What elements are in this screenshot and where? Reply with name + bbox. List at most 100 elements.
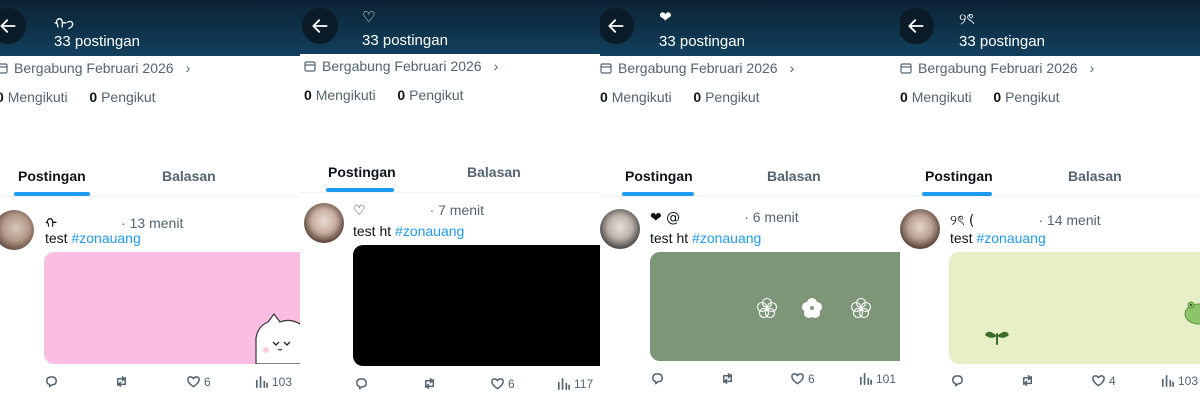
back-button[interactable]: [900, 8, 934, 44]
post-text: test #zonauang: [950, 230, 1046, 246]
followers-label[interactable]: Pengikut: [101, 89, 155, 105]
repost-button[interactable]: [720, 371, 735, 386]
followers-count[interactable]: 0: [397, 87, 405, 103]
followers-label[interactable]: Pengikut: [1005, 89, 1059, 105]
views-icon: [1161, 374, 1174, 387]
following-label[interactable]: Mengikuti: [316, 87, 376, 103]
following-count[interactable]: 0: [0, 89, 4, 105]
like-icon: [791, 373, 804, 385]
reply-button[interactable]: [650, 371, 665, 386]
back-button[interactable]: [600, 8, 634, 44]
repost-button[interactable]: [114, 374, 129, 389]
tabs-divider: [300, 192, 600, 193]
followers-label[interactable]: Pengikut: [705, 89, 759, 105]
back-button[interactable]: [302, 8, 338, 44]
post-author-name[interactable]: ୨ৎ (: [950, 213, 974, 229]
following-label[interactable]: Mengikuti: [612, 89, 672, 105]
avatar[interactable]: [600, 209, 640, 249]
chevron-right-icon[interactable]: ›: [790, 60, 795, 76]
tab-postingan[interactable]: Postingan: [18, 168, 86, 184]
calendar-icon: [600, 63, 612, 74]
following-label[interactable]: Mengikuti: [912, 89, 972, 105]
repost-icon: [425, 378, 434, 389]
like-count: 6: [204, 374, 211, 389]
tab-postingan[interactable]: Postingan: [328, 164, 396, 180]
tab-postingan[interactable]: Postingan: [925, 168, 993, 184]
avatar[interactable]: [900, 209, 940, 249]
post-actions: 6 101: [650, 371, 900, 389]
like-button[interactable]: 4: [1091, 373, 1116, 388]
post-media[interactable]: [650, 252, 900, 361]
like-button[interactable]: 6: [186, 374, 211, 389]
post-media[interactable]: [949, 252, 1200, 364]
tab-balasan[interactable]: Balasan: [467, 164, 521, 180]
view-count: 103: [272, 374, 293, 389]
post-author-name[interactable]: ♡: [353, 203, 366, 219]
joined-label: Bergabung Februari 2026: [618, 60, 778, 76]
profile-header: ᡣ𐭩 33 postingan: [0, 0, 300, 56]
reply-button[interactable]: [354, 376, 369, 391]
profile-panel-2: ♡ 33 postingan Bergabung Februari 2026 ›…: [300, 0, 600, 400]
following-label[interactable]: Mengikuti: [8, 89, 68, 105]
like-button[interactable]: 6: [790, 371, 815, 386]
post-time[interactable]: · 13 menit: [121, 215, 183, 231]
followers-count[interactable]: 0: [693, 89, 701, 105]
views-button[interactable]: 103: [254, 374, 292, 389]
like-count: 6: [508, 376, 515, 391]
like-count: 4: [1109, 373, 1116, 388]
joined-date: Bergabung Februari 2026 ›: [600, 60, 794, 76]
repost-icon: [723, 373, 732, 384]
avatar[interactable]: [304, 203, 344, 243]
post-time[interactable]: · 6 menit: [744, 209, 798, 225]
header-posts-count: 33 postingan: [959, 33, 1045, 50]
post-text: test ht #zonauang: [353, 223, 464, 239]
following-count[interactable]: 0: [600, 89, 608, 105]
chevron-right-icon[interactable]: ›: [186, 60, 191, 76]
following-count[interactable]: 0: [304, 87, 312, 103]
repost-button[interactable]: [422, 376, 437, 391]
post-body: test: [950, 230, 977, 246]
profile-header: ❤ 33 postingan: [600, 0, 900, 56]
avatar[interactable]: [0, 210, 34, 250]
back-button[interactable]: [0, 8, 26, 44]
followers-label[interactable]: Pengikut: [409, 87, 463, 103]
post-hashtag[interactable]: #zonauang: [71, 230, 140, 246]
post-meta: ♡ · 7 menit: [353, 202, 484, 219]
post-time[interactable]: · 14 menit: [1038, 212, 1100, 228]
tab-balasan[interactable]: Balasan: [162, 168, 216, 184]
post-media[interactable]: [44, 252, 300, 364]
post-hashtag[interactable]: #zonauang: [692, 230, 761, 246]
like-button[interactable]: 6: [490, 376, 515, 391]
tab-postingan[interactable]: Postingan: [625, 168, 693, 184]
post-hashtag[interactable]: #zonauang: [976, 230, 1045, 246]
post-image: [949, 252, 1200, 364]
post-media[interactable]: [353, 245, 600, 366]
views-button[interactable]: 117: [556, 376, 593, 391]
chevron-right-icon[interactable]: ›: [494, 58, 499, 74]
following-count[interactable]: 0: [900, 89, 908, 105]
followers-count[interactable]: 0: [993, 89, 1001, 105]
post-actions: 6 103: [44, 374, 300, 392]
header-display-name: ୨ৎ: [959, 10, 975, 28]
repost-button[interactable]: [1020, 373, 1035, 388]
view-count: 101: [876, 371, 897, 386]
chevron-right-icon[interactable]: ›: [1090, 60, 1095, 76]
tab-balasan[interactable]: Balasan: [767, 168, 821, 184]
post-author-name[interactable]: ❤ @: [650, 210, 680, 226]
views-icon: [859, 372, 872, 385]
views-button[interactable]: 103: [1160, 373, 1198, 388]
profile-panel-4: ୨ৎ 33 postingan Bergabung Februari 2026 …: [900, 0, 1200, 400]
reply-button[interactable]: [44, 374, 59, 389]
header-display-name: ᡣ𐭩: [54, 15, 75, 33]
reply-button[interactable]: [950, 373, 965, 388]
post-hashtag[interactable]: #zonauang: [395, 223, 464, 239]
followers-count[interactable]: 0: [89, 89, 97, 105]
tab-balasan[interactable]: Balasan: [1068, 168, 1122, 184]
reply-icon: [652, 373, 663, 385]
profile-tabs: Postingan Balasan: [300, 152, 600, 193]
post-body: test ht: [650, 230, 693, 246]
views-button[interactable]: 101: [858, 371, 896, 386]
repost-icon: [1023, 375, 1032, 386]
joined-label: Bergabung Februari 2026: [14, 60, 174, 76]
post-time[interactable]: · 7 menit: [430, 202, 484, 218]
